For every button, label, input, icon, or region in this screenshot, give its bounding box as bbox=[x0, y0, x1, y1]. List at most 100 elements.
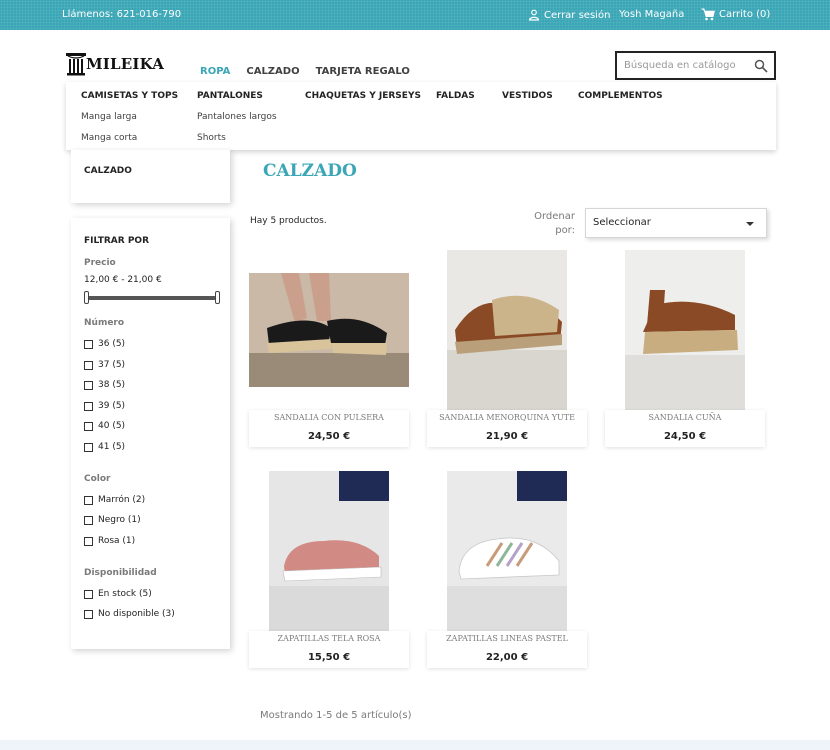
product-count: Hay 5 productos. bbox=[250, 216, 327, 226]
filter-label: No disponible (3) bbox=[98, 609, 175, 619]
signout-link[interactable]: Cerrar sesión bbox=[528, 9, 610, 21]
filter-label: 38 (5) bbox=[98, 380, 126, 390]
cart-link[interactable]: Carrito (0) bbox=[701, 8, 770, 21]
filter-color-rosa[interactable]: Rosa (1) bbox=[84, 536, 135, 546]
filter-color-negro[interactable]: Negro (1) bbox=[84, 515, 141, 525]
filter-number-38[interactable]: 38 (5) bbox=[84, 380, 125, 390]
main-nav: ROPA CALZADO TARJETA REGALO bbox=[200, 66, 410, 77]
filter-number-39[interactable]: 39 (5) bbox=[84, 401, 125, 411]
menu-column: COMPLEMENTOS bbox=[578, 91, 663, 101]
menu-camisetas-y-tops[interactable]: CAMISETAS Y TOPS bbox=[81, 91, 178, 101]
product-image[interactable] bbox=[249, 273, 409, 387]
filter-en-stock[interactable]: En stock (5) bbox=[84, 589, 152, 599]
product-price: 24,50 € bbox=[307, 431, 351, 442]
product-name[interactable]: SANDALIA MENORQUINA YUTE bbox=[427, 413, 587, 422]
filter-label: 41 (5) bbox=[98, 442, 126, 452]
filter-title: FILTRAR POR bbox=[84, 236, 150, 246]
menu-shorts[interactable]: Shorts bbox=[197, 133, 277, 143]
checkbox[interactable] bbox=[84, 339, 93, 349]
search-icon[interactable] bbox=[754, 59, 768, 73]
checkbox[interactable] bbox=[84, 495, 93, 505]
filter-label: Negro (1) bbox=[98, 515, 141, 525]
pagination-summary: Mostrando 1-5 de 5 artículo(s) bbox=[260, 710, 412, 721]
filter-color-marron[interactable]: Marrón (2) bbox=[84, 495, 145, 505]
account-link[interactable]: Yosh Magaña bbox=[619, 9, 684, 20]
checkbox[interactable] bbox=[84, 442, 93, 452]
product-price: 15,50 € bbox=[307, 652, 351, 663]
price-heading: Precio bbox=[84, 258, 116, 268]
product-name[interactable]: ZAPATILLAS LINEAS PASTEL bbox=[427, 634, 587, 643]
site-logo[interactable]: MILEIKA bbox=[66, 52, 164, 76]
price-slider[interactable] bbox=[84, 291, 220, 304]
product-image[interactable] bbox=[447, 471, 567, 631]
menu-manga-larga[interactable]: Manga larga bbox=[81, 112, 178, 122]
logo-text: MILEIKA bbox=[86, 55, 165, 73]
menu-faldas[interactable]: FALDAS bbox=[436, 91, 475, 101]
price-slider-min-handle[interactable] bbox=[84, 291, 89, 304]
filter-label: 39 (5) bbox=[98, 401, 126, 411]
user-icon bbox=[528, 9, 540, 21]
menu-pantalones-largos[interactable]: Pantalones largos bbox=[197, 112, 277, 122]
menu-complementos[interactable]: COMPLEMENTOS bbox=[578, 91, 663, 101]
checkbox[interactable] bbox=[84, 360, 93, 370]
checkbox[interactable] bbox=[84, 380, 93, 390]
filter-number-40[interactable]: 40 (5) bbox=[84, 421, 125, 431]
menu-column: CHAQUETAS Y JERSEYS bbox=[305, 91, 421, 101]
menu-manga-corta[interactable]: Manga corta bbox=[81, 133, 178, 143]
nav-tarjeta-regalo[interactable]: TARJETA REGALO bbox=[316, 66, 410, 77]
menu-chaquetas-y-jerseys[interactable]: CHAQUETAS Y JERSEYS bbox=[305, 91, 421, 101]
menu-pantalones[interactable]: PANTALONES bbox=[197, 91, 277, 101]
product-name[interactable]: SANDALIA CUÑA bbox=[605, 413, 765, 422]
signout-label: Cerrar sesión bbox=[544, 9, 611, 21]
product-info: SANDALIA MENORQUINA YUTE 21,90 € bbox=[427, 410, 587, 447]
nav-ropa[interactable]: ROPA bbox=[200, 66, 230, 77]
product-name[interactable]: SANDALIA CON PULSERA bbox=[249, 413, 409, 422]
checkbox[interactable] bbox=[84, 536, 93, 546]
checkbox[interactable] bbox=[84, 401, 93, 411]
checkbox[interactable] bbox=[84, 421, 93, 431]
filter-no-disponible[interactable]: No disponible (3) bbox=[84, 609, 175, 619]
price-slider-max-handle[interactable] bbox=[215, 291, 220, 304]
filter-label: Marrón (2) bbox=[98, 495, 146, 505]
number-heading: Número bbox=[84, 318, 125, 328]
filter-label: En stock (5) bbox=[98, 589, 152, 599]
product-info: ZAPATILLAS LINEAS PASTEL 22,00 € bbox=[427, 631, 587, 668]
menu-column: FALDAS bbox=[436, 91, 475, 101]
search-input[interactable]: Búsqueda en catálogo bbox=[624, 60, 736, 71]
contact-phone: Llámenos: 621-016-790 bbox=[62, 9, 182, 20]
filter-number-36[interactable]: 36 (5) bbox=[84, 339, 125, 349]
category-box: CALZADO bbox=[71, 150, 230, 203]
product-image[interactable] bbox=[447, 250, 567, 410]
color-heading: Color bbox=[84, 474, 111, 484]
cart-label: Carrito (0) bbox=[719, 9, 771, 20]
product-price: 21,90 € bbox=[485, 431, 529, 442]
product-info: ZAPATILLAS TELA ROSA 15,50 € bbox=[249, 631, 409, 668]
menu-column: CAMISETAS Y TOPS Manga larga Manga corta bbox=[81, 91, 178, 143]
product-info: SANDALIA CUÑA 24,50 € bbox=[605, 410, 765, 447]
nav-calzado[interactable]: CALZADO bbox=[246, 66, 299, 77]
filter-number-41[interactable]: 41 (5) bbox=[84, 442, 125, 452]
product-image[interactable] bbox=[625, 250, 745, 410]
checkbox[interactable] bbox=[84, 609, 93, 619]
product-price: 24,50 € bbox=[663, 431, 707, 442]
search-box[interactable]: Búsqueda en catálogo bbox=[615, 51, 776, 80]
chevron-down-icon bbox=[746, 222, 754, 226]
mega-menu: CAMISETAS Y TOPS Manga larga Manga corta… bbox=[66, 82, 776, 150]
top-bar: Llámenos: 621-016-790 Cerrar sesión Yosh… bbox=[0, 0, 830, 30]
filter-panel: FILTRAR POR Precio 12,00 € - 21,00 € Núm… bbox=[71, 218, 230, 649]
menu-vestidos[interactable]: VESTIDOS bbox=[502, 91, 553, 101]
column-logo-icon bbox=[66, 53, 86, 76]
category-link[interactable]: CALZADO bbox=[84, 166, 132, 176]
filter-label: 40 (5) bbox=[98, 421, 126, 431]
checkbox[interactable] bbox=[84, 515, 93, 525]
checkbox[interactable] bbox=[84, 589, 93, 599]
product-price: 22,00 € bbox=[485, 652, 529, 663]
filter-number-37[interactable]: 37 (5) bbox=[84, 360, 125, 370]
sort-select[interactable]: Seleccionar bbox=[585, 208, 767, 238]
sort-value: Seleccionar bbox=[593, 217, 651, 228]
menu-column: PANTALONES Pantalones largos Shorts bbox=[197, 91, 277, 143]
sort-label: Ordenar por: bbox=[534, 211, 575, 236]
product-name[interactable]: ZAPATILLAS TELA ROSA bbox=[249, 634, 409, 643]
product-image[interactable] bbox=[269, 471, 389, 631]
product-info: SANDALIA CON PULSERA 24,50 € bbox=[249, 410, 409, 447]
